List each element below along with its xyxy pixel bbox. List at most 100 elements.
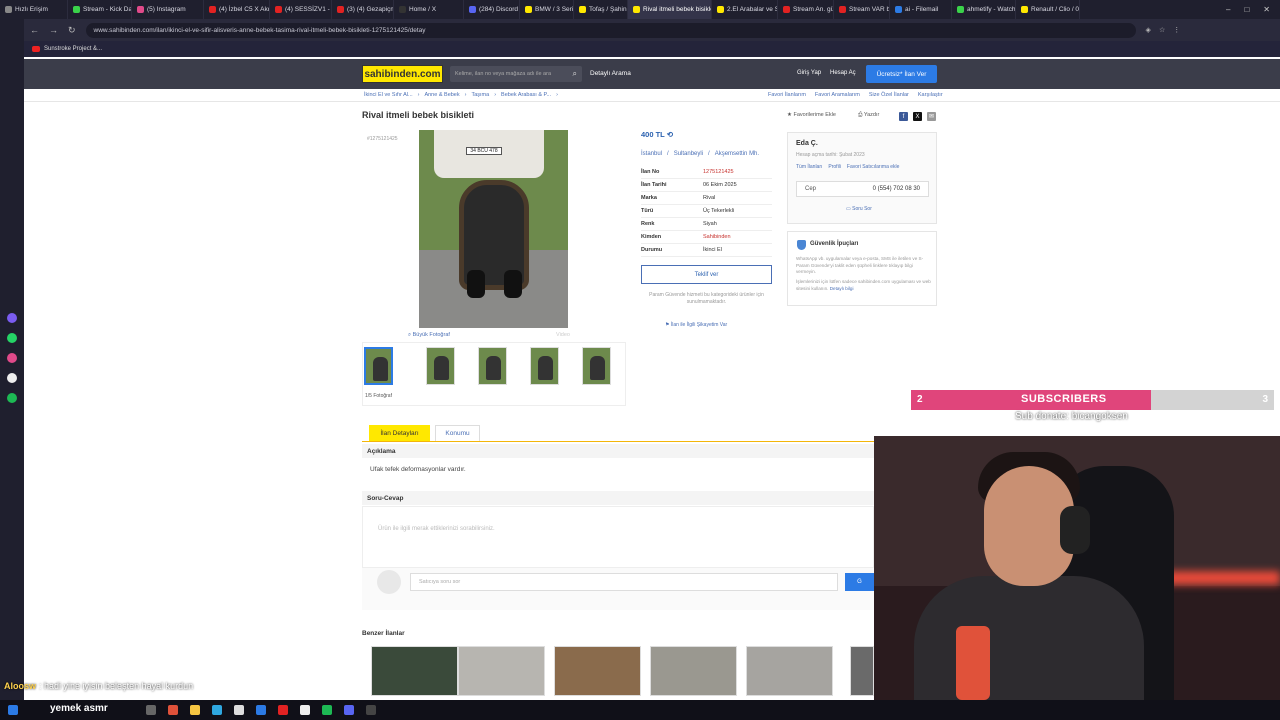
browser-tab[interactable]: ai - Filemail bbox=[890, 0, 952, 19]
browser-tab[interactable]: (4) SESSİZV1 - LVB bbox=[270, 0, 332, 19]
similar-item[interactable] bbox=[458, 646, 545, 696]
similar-item[interactable] bbox=[746, 646, 833, 696]
browser-tab[interactable]: Stream - Kick Dash bbox=[68, 0, 132, 19]
thumbnail[interactable] bbox=[478, 347, 507, 385]
opera-icon[interactable] bbox=[278, 705, 288, 715]
browser-tab[interactable]: Stream An. güncl bbox=[778, 0, 834, 19]
edge-icon[interactable] bbox=[212, 705, 222, 715]
mail-icon[interactable]: ✉ bbox=[927, 112, 936, 121]
thumbnail[interactable] bbox=[426, 347, 455, 385]
browser-tab[interactable]: Tofaş / Şahin / 1.6 bbox=[574, 0, 628, 19]
location-link[interactable]: Sultanbeyli bbox=[674, 151, 703, 157]
tips-paragraph: İşlemlerinizi için lütfen sadece sahibin… bbox=[796, 278, 931, 291]
spotify-icon[interactable] bbox=[7, 393, 17, 403]
thumbnail[interactable] bbox=[364, 347, 393, 385]
tips-more-link[interactable]: Detaylı bilgi bbox=[830, 286, 854, 291]
ask-question-link[interactable]: ▭ Soru Sor bbox=[846, 206, 872, 212]
browser-tab[interactable]: BMW / 3 Serisi / 3 bbox=[520, 0, 574, 19]
seller-name[interactable]: Eda Ç. bbox=[796, 140, 818, 147]
browser-tab[interactable]: 2.El Arabalar ve Sat bbox=[712, 0, 778, 19]
post-ad-button[interactable]: Ücretsiz* İlan Ver bbox=[866, 65, 937, 83]
forward-icon[interactable]: → bbox=[49, 25, 58, 36]
similar-item[interactable] bbox=[371, 646, 458, 696]
bookmark-item[interactable]: Sunstroke Project &... bbox=[44, 46, 102, 52]
browser-tab[interactable]: (284) Discord | # bbox=[464, 0, 520, 19]
whatsapp-icon[interactable] bbox=[7, 333, 17, 343]
breadcrumb-item[interactable]: Bebek Arabası & P... bbox=[501, 92, 551, 98]
user-link[interactable]: Favori İlanlarım bbox=[768, 92, 806, 98]
add-favorite-link[interactable]: ★ Favorilerime Ekle bbox=[787, 112, 836, 118]
instagram-icon[interactable] bbox=[7, 353, 17, 363]
search-input[interactable]: Kelime, ilan no veya mağaza adı ile ara … bbox=[450, 66, 582, 82]
file-icon[interactable] bbox=[300, 705, 310, 715]
thumbnail[interactable] bbox=[582, 347, 611, 385]
tab-details[interactable]: İlan Detayları bbox=[369, 425, 430, 441]
browser-tab[interactable]: (3) (4) Gezapiçm bbox=[332, 0, 394, 19]
print-link[interactable]: ⎙ Yazdır bbox=[858, 112, 879, 119]
breadcrumb-item[interactable]: Taşıma bbox=[471, 92, 489, 98]
close-icon[interactable]: ✕ bbox=[1263, 5, 1270, 14]
discord-icon[interactable] bbox=[344, 705, 354, 715]
start-icon[interactable] bbox=[8, 705, 18, 715]
browser-tab[interactable]: Hızlı Erişim bbox=[0, 0, 68, 19]
question-input[interactable]: Satıcıya soru sor bbox=[410, 573, 838, 591]
all-ads-link[interactable]: Tüm İlanları bbox=[796, 164, 822, 170]
bookmark-star-icon[interactable]: ☆ bbox=[1159, 26, 1165, 34]
video-link[interactable]: Video bbox=[556, 332, 570, 338]
profile-link[interactable]: Profili bbox=[828, 164, 841, 170]
reload-icon[interactable]: ↻ bbox=[68, 25, 76, 36]
outlook-icon[interactable] bbox=[256, 705, 266, 715]
browser-tab[interactable]: Stream VAR by ne bbox=[834, 0, 890, 19]
location-link[interactable]: Akşemsettin Mh. bbox=[715, 151, 759, 157]
search-icon[interactable]: ⌕ bbox=[573, 69, 577, 79]
history-icon[interactable]: ⟲ bbox=[667, 130, 673, 139]
phone-number[interactable]: 0 (554) 702 08 30 bbox=[873, 186, 920, 192]
browser-tab[interactable]: Rival itmeli bebek bisikleti bbox=[628, 0, 712, 19]
taskview-icon[interactable] bbox=[146, 705, 156, 715]
report-link[interactable]: ⚑ İlan ile İlgili Şikayetim Var bbox=[665, 322, 727, 328]
menu-icon[interactable]: ⋮ bbox=[1173, 26, 1180, 34]
extension-icon[interactable]: ◈ bbox=[1146, 26, 1151, 34]
app-icon[interactable] bbox=[7, 313, 17, 323]
browser-tab[interactable]: ahmetify - Watch bbox=[952, 0, 1016, 19]
register-link[interactable]: Hesap Aç bbox=[830, 70, 856, 76]
maximize-icon[interactable]: □ bbox=[1244, 5, 1249, 14]
store-icon[interactable] bbox=[234, 705, 244, 715]
main-photo[interactable]: 34 BCU 478 bbox=[419, 130, 568, 328]
thumbnail[interactable] bbox=[530, 347, 559, 385]
minimize-icon[interactable]: – bbox=[1226, 5, 1230, 14]
login-link[interactable]: Giriş Yap bbox=[797, 70, 821, 76]
user-link[interactable]: Size Özel İlanlar bbox=[869, 92, 909, 98]
location-link[interactable]: İstanbul bbox=[641, 151, 662, 157]
user-link[interactable]: Favori Aramalarım bbox=[815, 92, 860, 98]
browser-tab[interactable]: Home / X bbox=[394, 0, 464, 19]
tab-location[interactable]: Konumu bbox=[435, 425, 480, 441]
similar-item[interactable] bbox=[554, 646, 641, 696]
breadcrumb-item[interactable]: Anne & Bebek bbox=[424, 92, 459, 98]
spotify-icon[interactable] bbox=[322, 705, 332, 715]
obs-icon[interactable] bbox=[366, 705, 376, 715]
tab-label: ahmetify - Watch bbox=[967, 6, 1016, 13]
favorite-seller-link[interactable]: Favori Satıcılarıma ekle bbox=[847, 164, 900, 170]
x-share-icon[interactable]: X bbox=[913, 112, 922, 121]
site-logo[interactable]: sahibinden.com bbox=[362, 65, 443, 83]
browser-tab[interactable]: (5) Instagram bbox=[132, 0, 204, 19]
folder-icon[interactable] bbox=[190, 705, 200, 715]
app-icon[interactable] bbox=[168, 705, 178, 715]
send-question-button[interactable]: G bbox=[845, 573, 874, 591]
tab-favicon-icon bbox=[1021, 6, 1028, 13]
big-photo-link[interactable]: ⌕ Büyük Fotoğraf bbox=[408, 332, 450, 339]
similar-item[interactable] bbox=[650, 646, 737, 696]
report-label: İlan ile İlgili Şikayetim Var bbox=[670, 322, 728, 328]
browser-tab[interactable]: Renault / Clio / 0.9 bbox=[1016, 0, 1080, 19]
browser-tab[interactable]: (4) İzbel C5 X Akdı bbox=[204, 0, 270, 19]
url-field[interactable]: www.sahibinden.com/ilan/ikinci-el-ve-sif… bbox=[85, 22, 1136, 38]
detailed-search-link[interactable]: Detaylı Arama bbox=[590, 70, 631, 77]
offer-button[interactable]: Teklif ver bbox=[641, 265, 772, 284]
breadcrumb-item[interactable]: İkinci El ve Sıfır Al... bbox=[364, 92, 413, 98]
similar-item[interactable] bbox=[850, 646, 874, 696]
x-icon[interactable] bbox=[7, 373, 17, 383]
user-link[interactable]: Karşılaştır bbox=[918, 92, 943, 98]
facebook-icon[interactable]: f bbox=[899, 112, 908, 121]
back-icon[interactable]: ← bbox=[30, 25, 39, 36]
